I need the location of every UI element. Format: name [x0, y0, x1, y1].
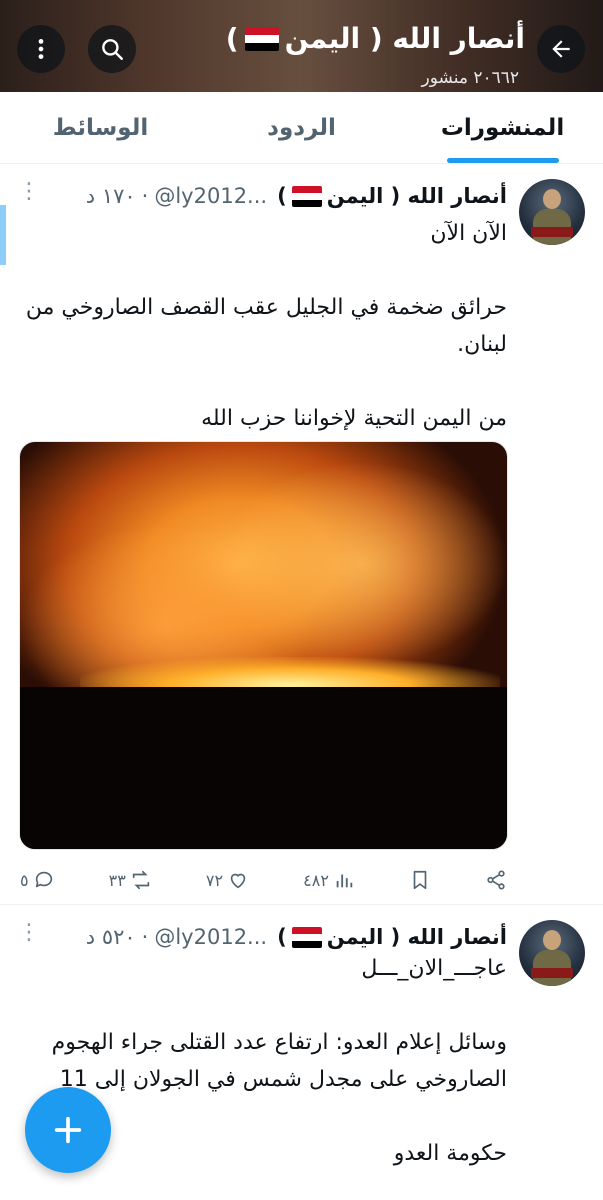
author-handle[interactable]: @ly2012... — [154, 184, 267, 208]
separator-dot: · — [141, 925, 149, 949]
post-text: الآن الآن حرائق ضخمة في الجليل عقب القصف… — [25, 221, 507, 431]
author-name-text: أنصار الله ( اليمن — [326, 184, 507, 208]
profile-header: أنصار الله ( اليمن ) ٢٠٦٦٢ منشور — [0, 0, 603, 92]
tab-posts[interactable]: المنشورات — [402, 92, 603, 163]
tab-replies[interactable]: الردود — [201, 92, 402, 163]
repost-button[interactable]: ٣٣ — [109, 869, 152, 891]
post-meta: أنصار الله ( اليمن ) @ly2012... · ٥٢٠ د — [14, 920, 507, 954]
post-meta: أنصار الله ( اليمن ) @ly2012... · ١٧٠ د — [14, 179, 507, 213]
post-more-icon[interactable]: ⋮ — [18, 181, 40, 203]
heart-icon — [230, 873, 246, 889]
yemen-flag-icon — [244, 26, 279, 51]
post-card[interactable]: أنصار الله ( اليمن ) @ly2012... · ١٧٠ د … — [0, 165, 603, 905]
reply-icon — [35, 871, 52, 888]
avatar[interactable] — [519, 179, 585, 245]
author-name-text: أنصار الله ( اليمن — [326, 925, 507, 949]
author-name-close: ) — [277, 184, 287, 208]
tab-media[interactable]: الوسائط — [0, 92, 201, 163]
reply-button[interactable]: ٥ — [20, 869, 55, 891]
yemen-flag-icon — [291, 185, 322, 207]
more-button[interactable] — [17, 25, 65, 73]
compose-button[interactable] — [25, 1087, 111, 1173]
post-actions: ٤٨٢ ٧٢ ٣٣ ٥ — [20, 865, 507, 895]
views-icon — [336, 874, 353, 888]
share-button[interactable] — [485, 869, 507, 891]
post-time[interactable]: ١٧٠ د — [86, 184, 136, 208]
arrow-left-icon — [552, 40, 570, 58]
post-more-icon[interactable]: ⋮ — [18, 922, 40, 944]
thread-indicator — [0, 205, 6, 265]
like-button[interactable]: ٧٢ — [206, 869, 249, 891]
header-title: أنصار الله ( اليمن ) — [226, 22, 525, 55]
bookmark-button[interactable] — [409, 869, 431, 891]
yemen-flag-icon — [291, 926, 322, 948]
profile-tabs: المنشورات الردود الوسائط — [0, 92, 603, 164]
post-image[interactable] — [19, 441, 508, 850]
likes-count: ٧٢ — [205, 870, 224, 890]
more-vertical-icon — [38, 39, 44, 59]
search-button[interactable] — [88, 25, 136, 73]
views-button[interactable]: ٤٨٢ — [303, 869, 355, 891]
bookmark-icon — [413, 870, 427, 890]
post-time[interactable]: ٥٢٠ د — [86, 925, 136, 949]
share-icon — [487, 870, 505, 890]
search-icon — [102, 39, 123, 60]
repost-icon — [132, 870, 150, 890]
header-title-close: ) — [225, 22, 239, 55]
author-name[interactable]: أنصار الله ( اليمن ) — [277, 184, 507, 208]
author-name-close: ) — [277, 925, 287, 949]
back-button[interactable] — [537, 25, 585, 73]
plus-icon — [54, 1116, 82, 1144]
avatar[interactable] — [519, 920, 585, 986]
author-handle[interactable]: @ly2012... — [154, 925, 267, 949]
replies-count: ٥ — [20, 870, 29, 890]
header-title-text: أنصار الله ( اليمن — [284, 22, 525, 55]
separator-dot: · — [141, 184, 149, 208]
reposts-count: ٣٣ — [108, 870, 126, 890]
author-name[interactable]: أنصار الله ( اليمن ) — [277, 925, 507, 949]
post-count: ٢٠٦٦٢ منشور — [421, 68, 519, 88]
views-count: ٤٨٢ — [303, 870, 329, 890]
